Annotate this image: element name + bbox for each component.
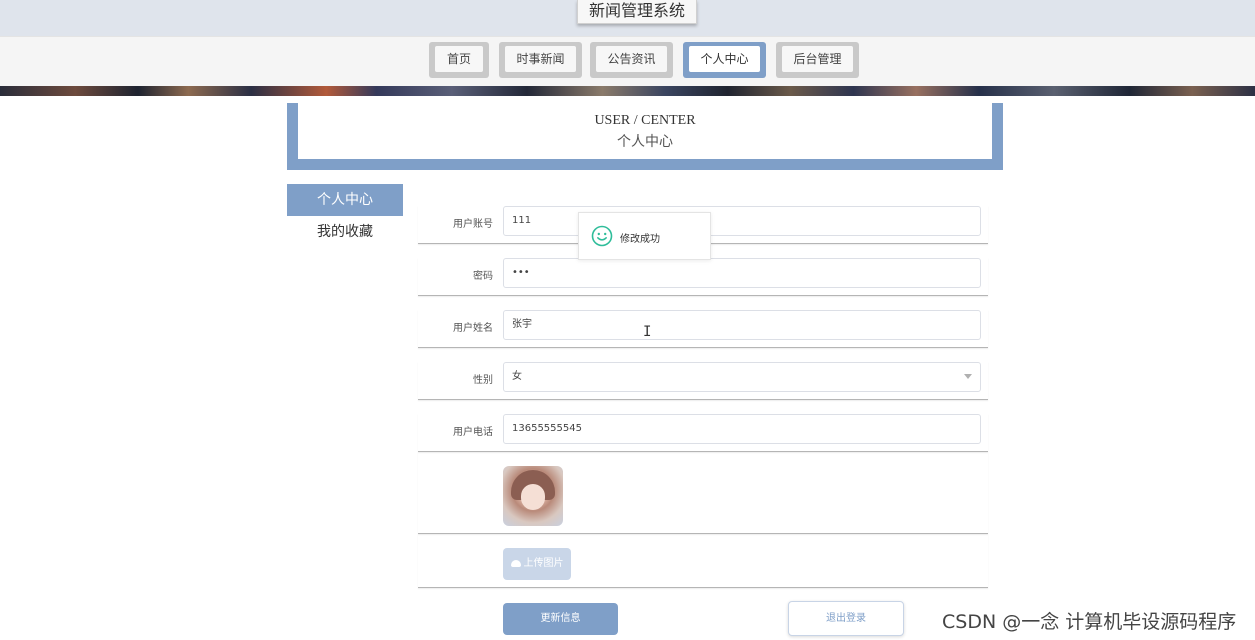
nav-announcements[interactable]: 公告资讯 xyxy=(590,42,673,78)
password-label: 密码 xyxy=(473,271,493,282)
site-title: 新闻管理系统 xyxy=(577,0,697,24)
sidebar-item-user-center[interactable]: 个人中心 xyxy=(287,184,403,216)
form-row-gender: 性别 女 xyxy=(418,362,988,400)
gender-value: 女 xyxy=(512,371,522,382)
chevron-down-icon xyxy=(964,374,972,379)
smile-icon xyxy=(591,225,613,247)
text-cursor-icon: I xyxy=(643,324,652,340)
watermark: CSDN @一念 计算机毕设源码程序 xyxy=(942,611,1237,633)
top-header: 新闻管理系统 xyxy=(0,0,1255,36)
logout-button[interactable]: 退出登录 xyxy=(788,601,904,636)
cloud-upload-icon xyxy=(510,559,521,567)
main-nav: 首页 时事新闻 公告资讯 个人中心 后台管理 xyxy=(0,36,1255,86)
nav-announcements-label: 公告资讯 xyxy=(596,46,667,72)
gender-label: 性别 xyxy=(473,375,493,386)
user-center-heading: USER / CENTER 个人中心 xyxy=(287,103,1003,170)
phone-label: 用户电话 xyxy=(453,427,493,438)
nav-home-label: 首页 xyxy=(435,46,483,72)
nav-current-news[interactable]: 时事新闻 xyxy=(499,42,582,78)
form-row-name: 用户姓名 张宇 xyxy=(418,310,988,348)
toast-message: 修改成功 xyxy=(620,234,660,245)
name-input[interactable]: 张宇 xyxy=(503,310,981,340)
nav-user-center[interactable]: 个人中心 xyxy=(683,42,766,78)
avatar-image xyxy=(503,466,563,526)
banner-image-strip xyxy=(0,86,1255,96)
heading-cn: 个人中心 xyxy=(617,134,673,150)
nav-current-news-label: 时事新闻 xyxy=(505,46,576,72)
gender-select[interactable]: 女 xyxy=(503,362,981,392)
nav-user-center-label: 个人中心 xyxy=(689,46,760,72)
upload-label: 上传图片 xyxy=(523,558,564,569)
form-row-password: 密码 ••• xyxy=(418,258,988,296)
update-info-button[interactable]: 更新信息 xyxy=(503,603,618,635)
password-input[interactable]: ••• xyxy=(503,258,981,288)
nav-home[interactable]: 首页 xyxy=(429,42,489,78)
name-label: 用户姓名 xyxy=(453,323,493,334)
upload-image-button[interactable]: 上传图片 xyxy=(503,548,571,580)
account-label: 用户账号 xyxy=(453,219,493,230)
heading-en: USER / CENTER xyxy=(594,113,696,128)
account-input[interactable]: 111 xyxy=(503,206,981,236)
nav-admin-label: 后台管理 xyxy=(782,46,853,72)
phone-input[interactable]: 13655555545 xyxy=(503,414,981,444)
success-toast: 修改成功 xyxy=(578,212,711,260)
nav-admin[interactable]: 后台管理 xyxy=(776,42,859,78)
form-row-phone: 用户电话 13655555545 xyxy=(418,414,988,452)
sidebar-item-favorites[interactable]: 我的收藏 xyxy=(287,216,403,248)
